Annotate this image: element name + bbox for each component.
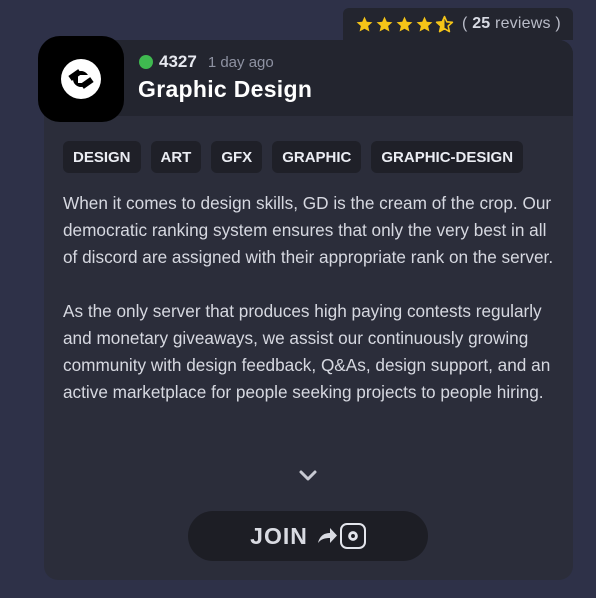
tag-gfx[interactable]: GFX: [211, 141, 263, 173]
tag-graphic-design[interactable]: GRAPHIC-DESIGN: [371, 141, 524, 173]
description-paragraph: When it comes to design skills, GD is th…: [63, 193, 554, 267]
chevron-down-icon[interactable]: [298, 469, 318, 483]
server-meta: 4327 1 day ago: [139, 52, 274, 72]
share-arrow-icon: [317, 528, 337, 543]
tag-list: DESIGN ART GFX GRAPHIC GRAPHIC-DESIGN: [63, 141, 524, 173]
star-rating: [355, 15, 454, 34]
tag-graphic[interactable]: GRAPHIC: [272, 141, 362, 173]
star-half-icon: [435, 15, 454, 32]
tag-design[interactable]: DESIGN: [63, 141, 141, 173]
tag-art[interactable]: ART: [150, 141, 202, 173]
star-icon: [376, 16, 393, 32]
star-icon: [396, 16, 413, 32]
description-fade: [44, 420, 573, 460]
star-icon: [416, 16, 433, 32]
server-description: When it comes to design skills, GD is th…: [63, 190, 559, 433]
star-icon: [356, 16, 373, 32]
gd-logo-icon: [61, 59, 101, 99]
online-status-icon: [139, 55, 153, 69]
rating-badge[interactable]: ( 25 reviews ): [343, 8, 573, 40]
server-name[interactable]: Graphic Design: [138, 76, 312, 103]
reviews-count: ( 25 reviews ): [462, 15, 561, 32]
last-bumped: 1 day ago: [207, 53, 274, 71]
description-paragraph: As the only server that produces high pa…: [63, 301, 551, 402]
join-label: JOIN: [250, 522, 308, 549]
member-count: 4327: [159, 52, 197, 71]
gd-logo-small-icon: [339, 523, 366, 549]
server-logo: [38, 36, 124, 122]
join-button[interactable]: JOIN: [188, 511, 428, 561]
